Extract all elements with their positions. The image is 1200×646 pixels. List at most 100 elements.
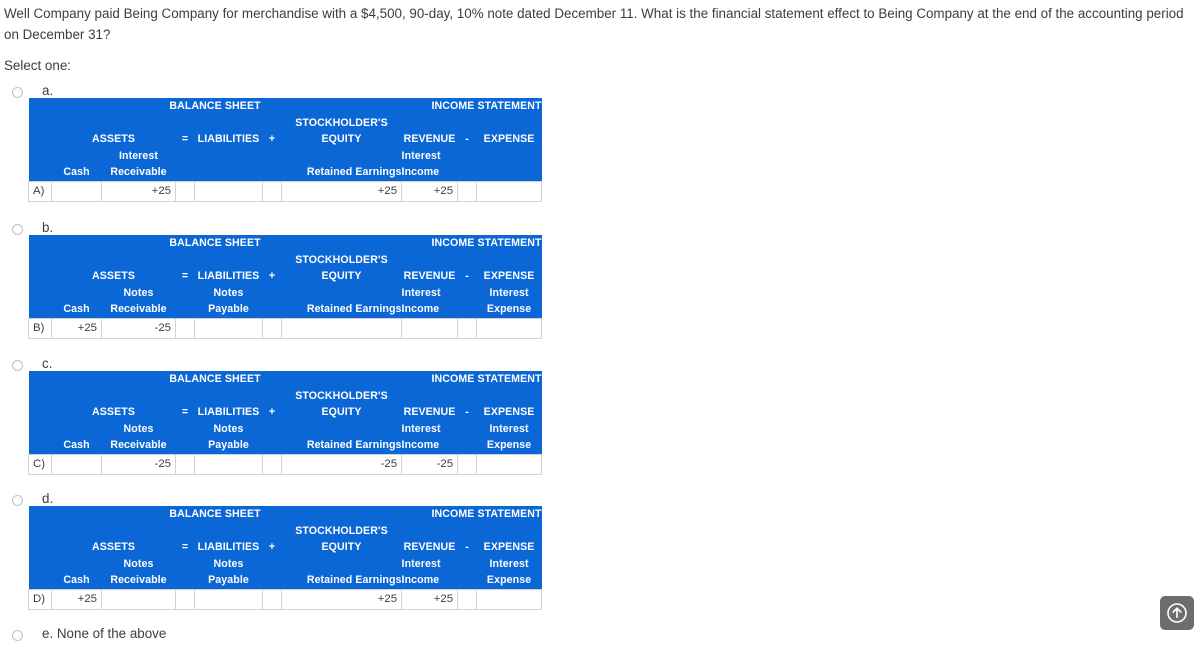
financial-effect-table: BALANCE SHEET INCOME STATEMENT STOCKHOLD… [28, 235, 543, 339]
retained-earnings-subheader: Retained Earnings [281, 437, 402, 455]
table-header-row-subline2: Cash Receivable Payable Retained Earning… [28, 572, 542, 590]
quiz-question-page: Well Company paid Being Company for merc… [0, 0, 1200, 646]
equals-sign: = [175, 539, 195, 556]
spacer-cell [28, 114, 282, 132]
spacer-cell [175, 572, 195, 590]
income-statement-header: INCOME STATEMENT [401, 506, 542, 523]
spacer-cell [457, 572, 477, 590]
revenue-header: REVENUE [401, 539, 458, 556]
spacer-cell [281, 147, 402, 165]
assets-header: ASSETS [51, 539, 176, 556]
cash-subheader: Cash [51, 572, 102, 590]
expense-subheader-line1: Interest [476, 555, 542, 573]
expense-subheader-line2: Expense [476, 437, 542, 455]
expense-header: EXPENSE [476, 539, 542, 556]
table-header-row-subline2: Cash Receivable Payable Retained Earning… [28, 437, 542, 455]
expense-subheader-line1: Interest [476, 284, 542, 302]
plus-sign: + [262, 539, 282, 556]
table-header-row-stockholders: STOCKHOLDER'S [28, 522, 542, 540]
assets-header: ASSETS [51, 404, 176, 421]
cell-receivable: -25 [101, 453, 176, 475]
question-stem: Well Company paid Being Company for merc… [4, 6, 1184, 42]
table-header-row-subline2: Cash Receivable Retained Earnings Income [28, 164, 542, 182]
spacer-cell [401, 522, 542, 540]
revenue-subheader-line1: Interest [401, 555, 458, 573]
cash-subheader: Cash [51, 437, 102, 455]
spacer-cell [457, 420, 477, 438]
spacer-cell [28, 268, 52, 285]
spacer-cell [28, 555, 52, 573]
row-label: C) [28, 453, 52, 475]
table-header-row-categories: ASSETS = LIABILITIES + EQUITY REVENUE - … [28, 268, 542, 285]
stockholders-header: STOCKHOLDER'S [281, 251, 402, 269]
spacer-cell [175, 301, 195, 319]
revenue-subheader-line1: Interest [401, 147, 458, 165]
cell-payable [194, 317, 263, 339]
cell-payable [194, 453, 263, 475]
radio-option-e[interactable] [12, 630, 23, 641]
spacer-cell [175, 420, 195, 438]
row-label: B) [28, 317, 52, 339]
radio-option-d[interactable] [12, 495, 23, 506]
cell-minus [457, 180, 478, 202]
spacer-cell [262, 284, 282, 302]
table-row: D) +25 +25 +25 [28, 588, 543, 610]
cell-cash [51, 180, 102, 202]
cell-equals [175, 180, 195, 202]
payable-subheader-line2: Payable [194, 437, 263, 455]
spacer-cell [28, 420, 52, 438]
spacer-cell [28, 131, 52, 148]
spacer-cell [28, 437, 52, 455]
liabilities-header: LIABILITIES [194, 268, 263, 285]
revenue-header: REVENUE [401, 404, 458, 421]
radio-option-a[interactable] [12, 87, 23, 98]
cell-plus [262, 588, 282, 610]
cell-expense [476, 180, 543, 202]
payable-subheader-line2 [194, 164, 263, 182]
spacer-cell [457, 164, 477, 182]
liabilities-header: LIABILITIES [194, 131, 263, 148]
cell-minus [457, 588, 478, 610]
cell-cash: +25 [51, 317, 102, 339]
cell-cash: +25 [51, 588, 102, 610]
spacer-cell [401, 114, 542, 132]
table-header-row-categories: ASSETS = LIABILITIES + EQUITY REVENUE - … [28, 539, 542, 556]
equals-sign: = [175, 404, 195, 421]
payable-subheader-line1: Notes [194, 420, 263, 438]
liabilities-header: LIABILITIES [194, 404, 263, 421]
spacer-cell [281, 284, 402, 302]
cell-expense [476, 588, 543, 610]
plus-sign: + [262, 131, 282, 148]
revenue-subheader-line2: Income [401, 164, 458, 182]
spacer-cell [175, 147, 195, 165]
revenue-header: REVENUE [401, 131, 458, 148]
minus-sign: - [457, 268, 477, 285]
table-header-row-statements: BALANCE SHEET INCOME STATEMENT [28, 235, 542, 252]
expense-header: EXPENSE [476, 268, 542, 285]
table-header-row-stockholders: STOCKHOLDER'S [28, 387, 542, 405]
spacer-cell [262, 555, 282, 573]
radio-option-c[interactable] [12, 360, 23, 371]
radio-option-b[interactable] [12, 224, 23, 235]
cell-cash [51, 453, 102, 475]
liabilities-header: LIABILITIES [194, 539, 263, 556]
expense-subheader-line2: Expense [476, 572, 542, 590]
effect-table: BALANCE SHEET INCOME STATEMENT STOCKHOLD… [28, 371, 543, 475]
spacer-cell [175, 437, 195, 455]
spacer-cell [401, 387, 542, 405]
scroll-to-top-button[interactable] [1160, 596, 1194, 630]
payable-subheader-line2: Payable [194, 572, 263, 590]
table-header-row-stockholders: STOCKHOLDER'S [28, 114, 542, 132]
minus-sign: - [457, 131, 477, 148]
cash-subheader: Cash [51, 164, 102, 182]
row-label: A) [28, 180, 52, 202]
cell-receivable: -25 [101, 317, 176, 339]
spacer-cell [28, 522, 282, 540]
spacer-cell [401, 251, 542, 269]
balance-sheet-header: BALANCE SHEET [28, 371, 402, 388]
cell-expense [476, 317, 543, 339]
cell-revenue: +25 [401, 180, 459, 202]
table-header-row-stockholders: STOCKHOLDER'S [28, 251, 542, 269]
receivable-subheader-line1: Interest [101, 147, 176, 165]
revenue-subheader-line2: Income [401, 437, 458, 455]
